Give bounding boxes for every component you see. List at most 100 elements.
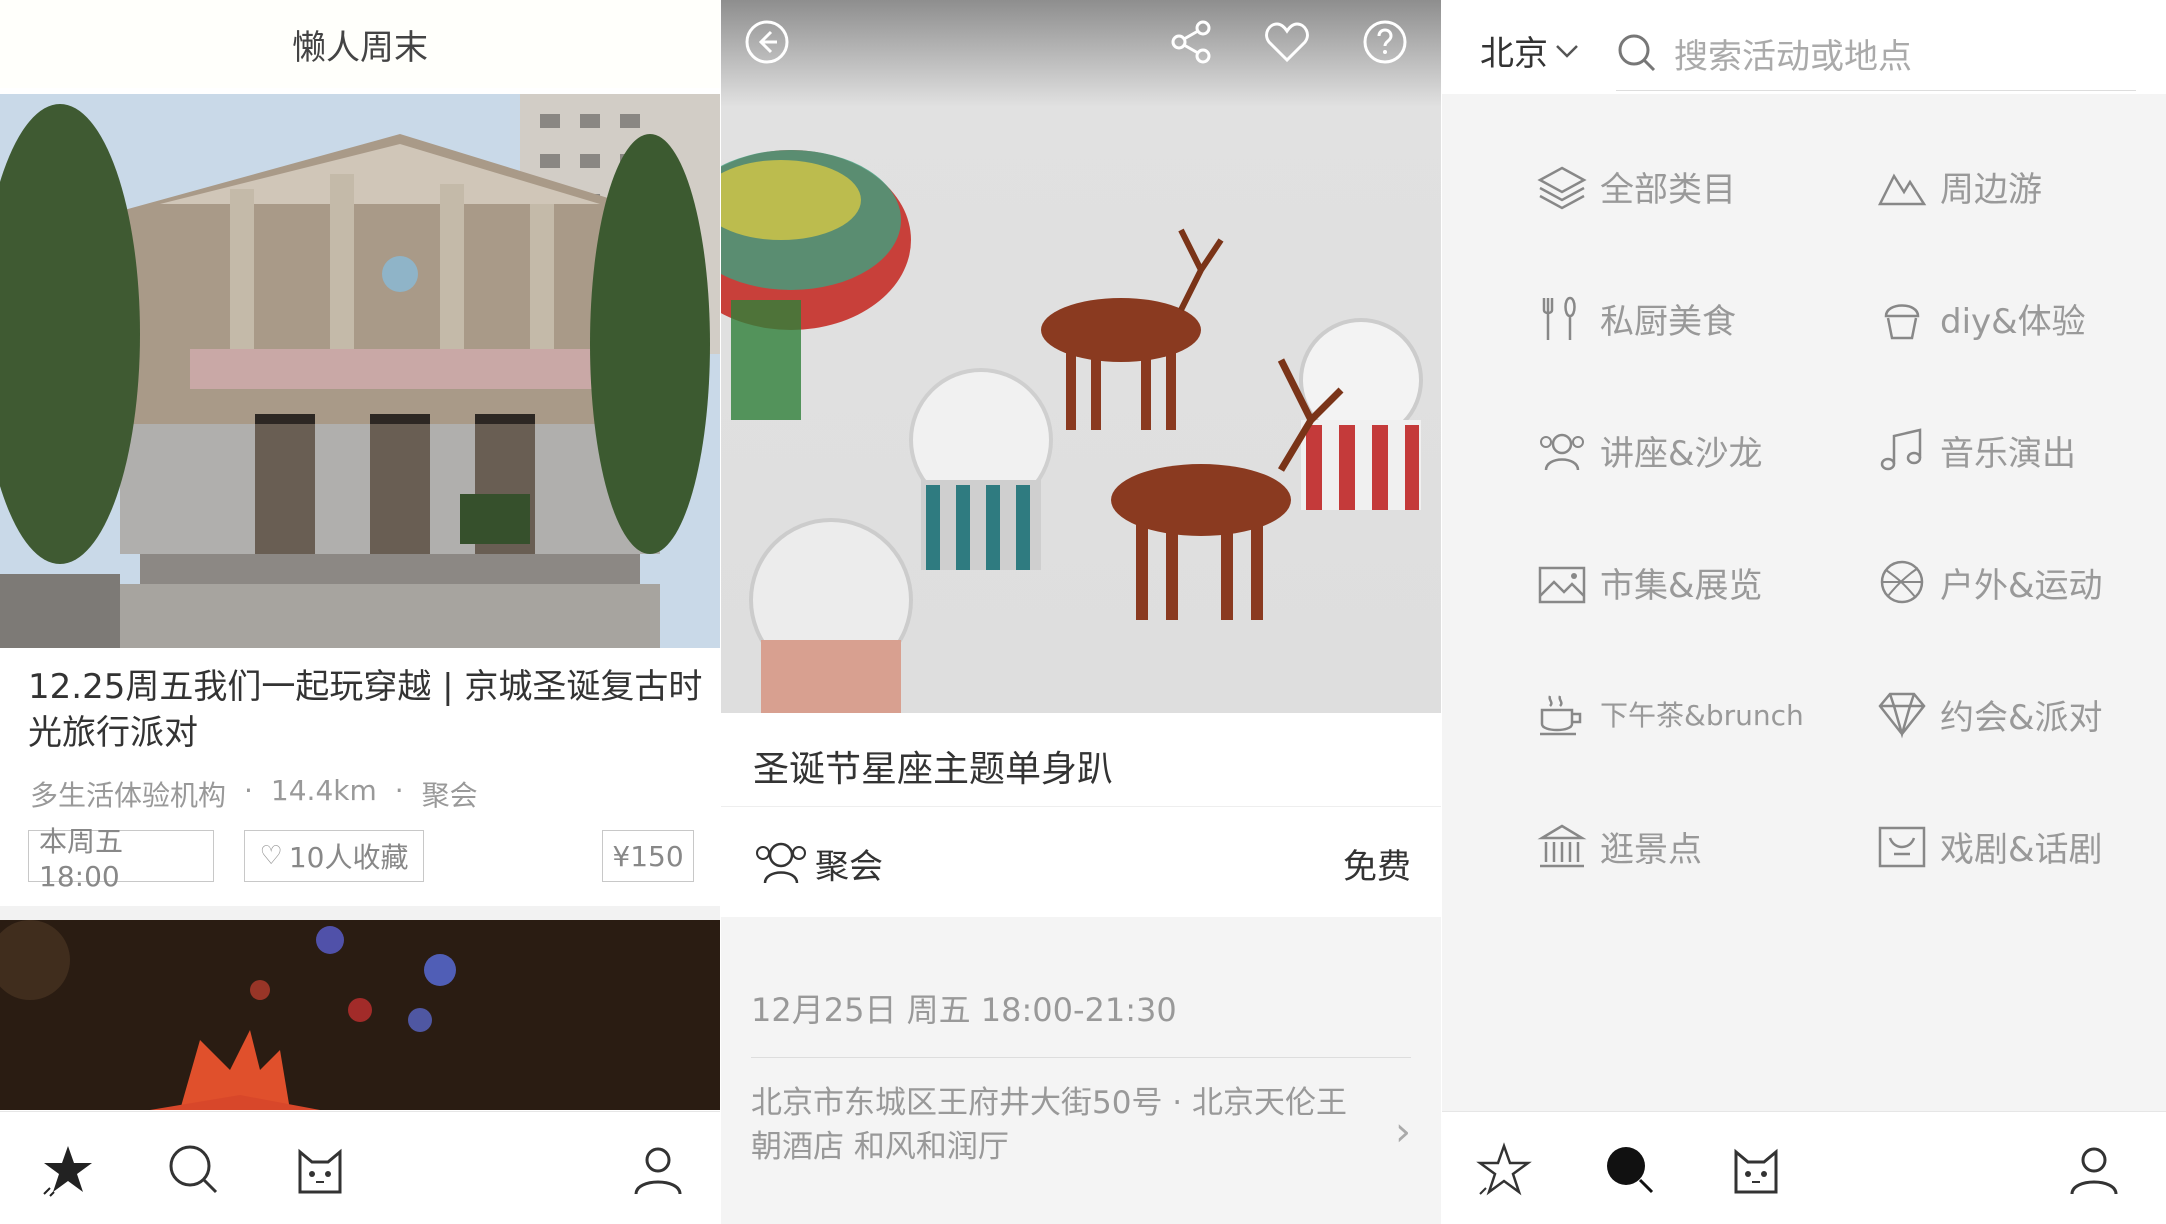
back-icon[interactable] xyxy=(743,18,791,66)
nav-community-tab[interactable] xyxy=(1726,1140,1786,1200)
search-icon xyxy=(1618,34,1656,72)
star-icon xyxy=(43,1146,92,1197)
category-label: 讲座&沙龙 xyxy=(1600,433,1763,474)
category-label: 私厨美食 xyxy=(1600,301,1736,342)
search-bar[interactable]: 搜索活动或地点 xyxy=(1616,16,2136,91)
diamond-icon xyxy=(1878,692,1926,739)
category-label: 逛景点 xyxy=(1600,829,1702,870)
saved-badge[interactable]: ♡ 10人收藏 xyxy=(244,830,424,882)
category-label: 市集&展览 xyxy=(1600,565,1763,606)
category-outdoor[interactable]: 户外&运动 xyxy=(1876,556,2103,608)
city-name: 北京 xyxy=(1480,34,1548,74)
search-header: 北京 搜索活动或地点 xyxy=(1442,0,2166,94)
people-icon xyxy=(1540,433,1584,471)
page-title: 懒人周末 xyxy=(292,27,428,68)
category-private-kitchen[interactable]: 私厨美食 xyxy=(1536,292,1736,344)
event-cover-image[interactable] xyxy=(0,94,720,648)
music-note-icon xyxy=(1880,428,1922,471)
search-icon xyxy=(169,1145,218,1194)
event-cover-image[interactable] xyxy=(721,0,1441,713)
layers-icon xyxy=(1537,166,1587,210)
event-detail-screen: 圣诞节星座主题单身趴 聚会 免费 12月25日 周五 18:00-21:30 北… xyxy=(721,0,1441,1224)
category-label: 下午茶&brunch xyxy=(1600,699,1804,732)
event-price: 免费 xyxy=(1343,847,1411,887)
nav-weekend-tab[interactable] xyxy=(1474,1140,1534,1200)
reindeer-decoration-photo xyxy=(0,920,720,1110)
event-title[interactable]: 12.25周五我们一起玩穿越 | 京城圣诞复古时光旅行派对 xyxy=(28,664,708,756)
category-lecture[interactable]: 讲座&沙龙 xyxy=(1536,424,1763,476)
heart-icon[interactable] xyxy=(1263,18,1311,66)
category-afternoon-tea[interactable]: 下午茶&brunch xyxy=(1536,688,1804,740)
building-icon xyxy=(1537,824,1587,868)
category-all[interactable]: 全部类目 xyxy=(1536,160,1736,212)
teacup-icon xyxy=(1540,695,1582,736)
church-building-photo xyxy=(0,94,720,648)
home-screen: 懒人周末 12.25周五我们一起玩穿越 | 京城圣诞复古时光旅行派对 多生活体验… xyxy=(0,0,720,1224)
category-price-row: 聚会 免费 xyxy=(721,806,1441,917)
category-label: 户外&运动 xyxy=(1940,565,2103,606)
category-market[interactable]: 市集&展览 xyxy=(1536,556,1763,608)
event-address[interactable]: 北京市东城区王府井大街50号 · 北京天伦王朝酒店 和风和润厅 xyxy=(751,1081,1351,1169)
user-icon xyxy=(2070,1147,2118,1195)
search-input[interactable]: 搜索活动或地点 xyxy=(1674,29,1912,78)
meta-separator: · xyxy=(244,774,253,807)
category-label: 周边游 xyxy=(1940,169,2042,210)
cat-icon xyxy=(1734,1148,1778,1194)
event-category: 聚会 xyxy=(421,779,478,812)
cupcake-icon xyxy=(1884,304,1920,340)
event-title: 圣诞节星座主题单身趴 xyxy=(753,749,1114,790)
organizer-name: 多生活体验机构 xyxy=(30,779,227,812)
fork-spoon-icon xyxy=(1542,296,1576,340)
category-diy[interactable]: diy&体验 xyxy=(1876,292,2086,344)
nav-weekend-tab[interactable] xyxy=(38,1140,98,1200)
nav-discover-tab[interactable] xyxy=(1600,1140,1660,1200)
meta-separator: · xyxy=(394,774,404,807)
help-icon[interactable] xyxy=(1361,18,1409,66)
event-datetime: 12月25日 周五 18:00-21:30 xyxy=(751,991,1177,1029)
nav-community-tab[interactable] xyxy=(290,1140,350,1200)
divider xyxy=(751,1057,1411,1058)
event-meta: 多生活体验机构 · 14.4km · 聚会 xyxy=(30,774,478,814)
event-info-section: 12月25日 周五 18:00-21:30 北京市东城区王府井大街50号 · 北… xyxy=(721,917,1441,1224)
category-label: 约会&派对 xyxy=(1940,697,2103,738)
distance: 14.4km xyxy=(270,774,377,807)
card-divider xyxy=(0,906,720,920)
time-badge-label: 本周五 18:00 xyxy=(39,824,124,893)
people-icon xyxy=(756,842,806,884)
theater-icon xyxy=(1878,826,1926,868)
discover-screen: 北京 搜索活动或地点 全部类目 周边游 私厨美食 diy&体验 讲座&沙龙 音乐… xyxy=(1442,0,2166,1224)
time-badge: 本周五 18:00 xyxy=(28,825,214,893)
nav-discover-tab[interactable] xyxy=(164,1140,224,1200)
search-filled-icon xyxy=(1607,1147,1654,1194)
next-event-cover-image[interactable] xyxy=(0,920,720,1110)
category-sightseeing[interactable]: 逛景点 xyxy=(1536,820,1702,872)
category-date-party[interactable]: 约会&派对 xyxy=(1876,688,2103,740)
chevron-right-icon[interactable]: › xyxy=(1395,1109,1411,1155)
cat-icon xyxy=(298,1148,342,1194)
chevron-down-icon xyxy=(1556,44,1578,58)
header-bar: 懒人周末 xyxy=(0,0,720,88)
share-icon[interactable] xyxy=(1167,18,1215,66)
picture-icon xyxy=(1538,566,1586,604)
category-label: 音乐演出 xyxy=(1940,433,2076,474)
bottom-nav xyxy=(1442,1111,2166,1224)
event-category: 聚会 xyxy=(815,847,883,887)
category-nearby-trip[interactable]: 周边游 xyxy=(1876,160,2042,212)
mountain-icon xyxy=(1877,173,1927,206)
reindeer-snowglobe-photo xyxy=(721,0,1441,713)
category-label: 戏剧&话剧 xyxy=(1940,829,2103,870)
nav-profile-tab[interactable] xyxy=(628,1140,688,1200)
star-outline-icon xyxy=(1476,1142,1532,1196)
ball-icon xyxy=(1880,560,1924,604)
saved-count: 10人收藏 xyxy=(288,841,409,874)
nav-profile-tab[interactable] xyxy=(2064,1140,2124,1200)
category-label: diy&体验 xyxy=(1940,301,2086,342)
category-music[interactable]: 音乐演出 xyxy=(1876,424,2076,476)
heart-icon: ♡ xyxy=(259,841,283,871)
user-icon xyxy=(634,1147,682,1195)
city-selector[interactable]: 北京 xyxy=(1480,26,1580,75)
price-label: ¥150 xyxy=(612,839,684,873)
price-badge: ¥150 xyxy=(602,830,694,882)
category-label: 全部类目 xyxy=(1600,169,1736,210)
category-theater[interactable]: 戏剧&话剧 xyxy=(1876,820,2103,872)
